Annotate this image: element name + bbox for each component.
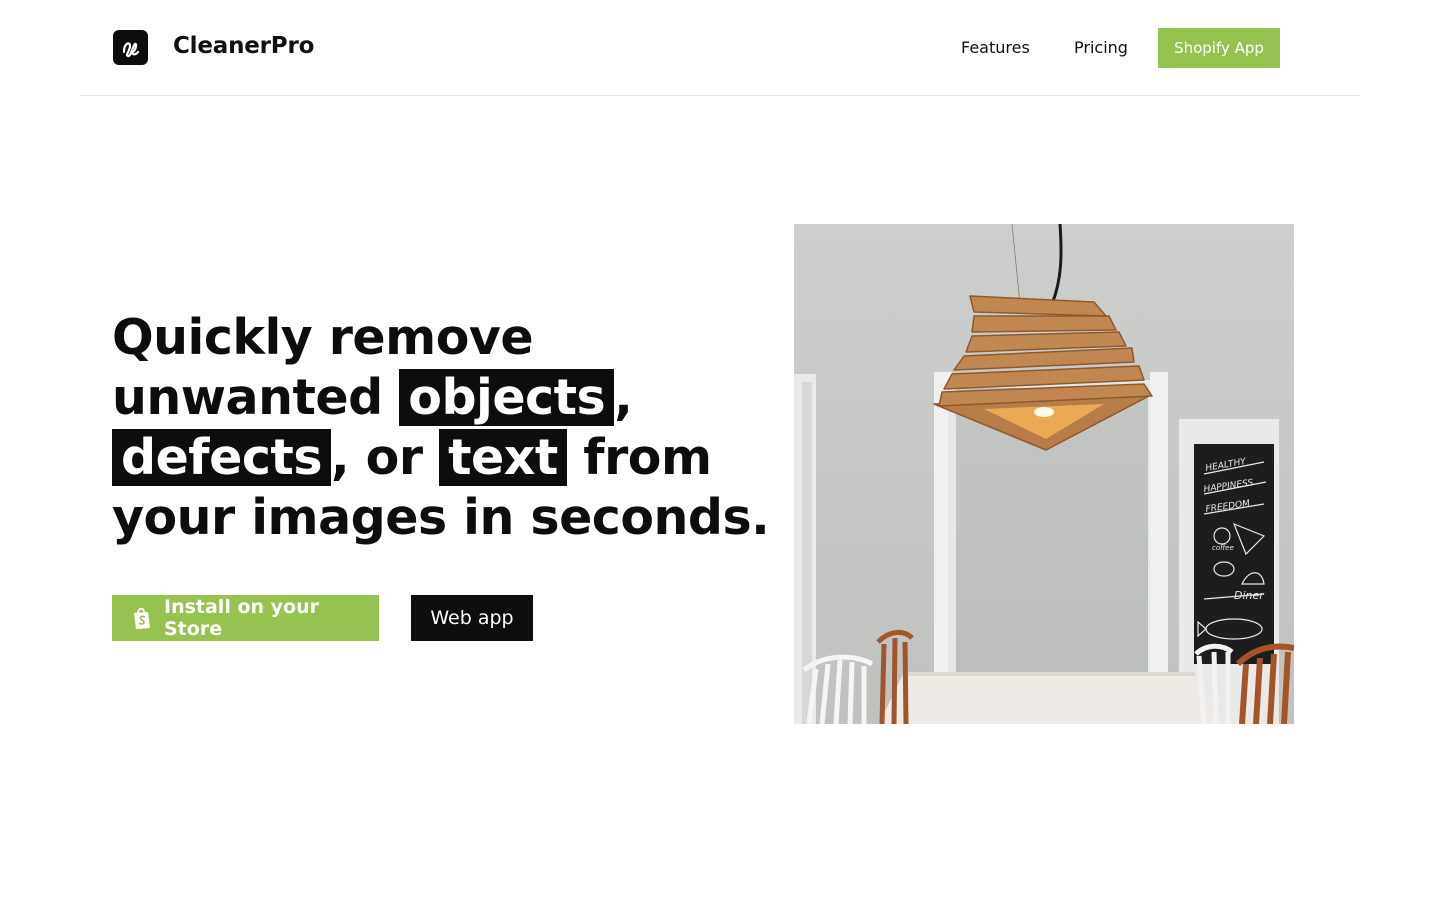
highlight-defects: defects bbox=[112, 429, 331, 486]
logo-icon[interactable] bbox=[113, 30, 148, 65]
nav-features-link[interactable]: Features bbox=[961, 38, 1030, 57]
nav-pricing-link[interactable]: Pricing bbox=[1074, 38, 1128, 57]
install-button-label: Install on your Store bbox=[164, 596, 319, 640]
headline-line-3: defects, or text from bbox=[112, 428, 732, 488]
lamp-room-illustration: HEALTHY HAPPINESS FREEDOM coffee Diner bbox=[794, 224, 1294, 724]
headline-line-2: unwanted objects, bbox=[112, 368, 732, 428]
shopping-bag-icon bbox=[131, 606, 153, 630]
shopify-app-button[interactable]: Shopify App bbox=[1158, 28, 1280, 68]
svg-text:coffee: coffee bbox=[1212, 544, 1234, 552]
headline-line-4: your images in seconds. bbox=[112, 489, 770, 546]
headline-text: , bbox=[614, 369, 633, 426]
install-store-button[interactable]: Install on your Store bbox=[112, 595, 379, 641]
highlight-text: text bbox=[439, 429, 567, 486]
hero-headline: Quickly remove unwanted objects, defects… bbox=[112, 308, 770, 548]
headline-text: unwanted bbox=[112, 369, 400, 426]
highlight-objects: objects bbox=[399, 369, 615, 426]
hero-image: HEALTHY HAPPINESS FREEDOM coffee Diner bbox=[794, 224, 1294, 724]
headline-text: , or bbox=[331, 429, 440, 486]
brand-name[interactable]: CleanerPro bbox=[173, 33, 314, 59]
headline-line-1: Quickly remove bbox=[112, 309, 534, 366]
site-header: CleanerPro Features Pricing Shopify App bbox=[80, 0, 1360, 96]
web-app-button[interactable]: Web app bbox=[411, 595, 533, 641]
svg-text:Diner: Diner bbox=[1234, 589, 1265, 602]
headline-text: from bbox=[566, 429, 712, 486]
